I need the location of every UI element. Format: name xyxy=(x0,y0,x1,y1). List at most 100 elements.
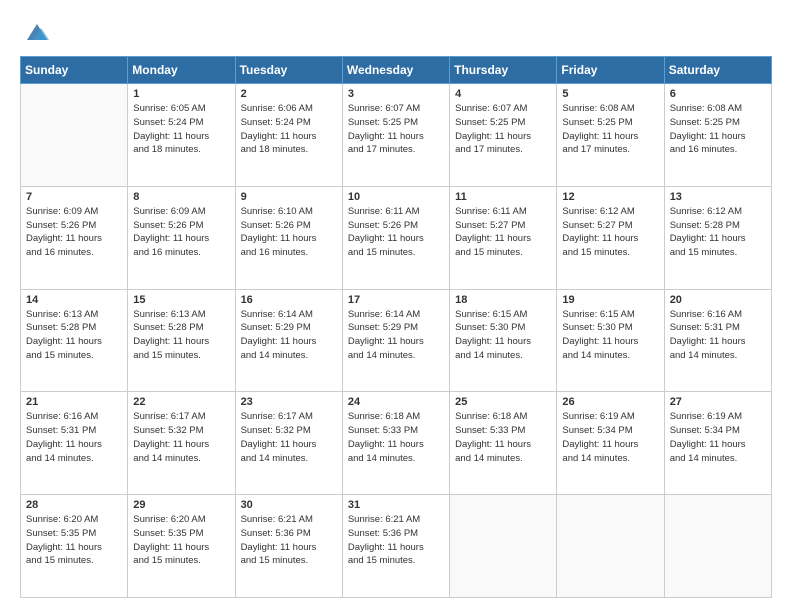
day-info: Sunrise: 6:07 AM Sunset: 5:25 PM Dayligh… xyxy=(455,102,551,157)
day-number: 22 xyxy=(133,396,229,408)
day-info: Sunrise: 6:07 AM Sunset: 5:25 PM Dayligh… xyxy=(348,102,444,157)
calendar-cell xyxy=(557,495,664,598)
day-number: 29 xyxy=(133,499,229,511)
calendar-cell: 3 Sunrise: 6:07 AM Sunset: 5:25 PM Daylig… xyxy=(342,84,449,187)
day-number: 18 xyxy=(455,294,551,306)
calendar-cell: 7 Sunrise: 6:09 AM Sunset: 5:26 PM Daylig… xyxy=(21,186,128,289)
day-number: 24 xyxy=(348,396,444,408)
day-number: 1 xyxy=(133,88,229,100)
calendar-cell: 26Sunrise: 6:19 AM Sunset: 5:34 PM Dayli… xyxy=(557,392,664,495)
day-info: Sunrise: 6:13 AM Sunset: 5:28 PM Dayligh… xyxy=(133,308,229,363)
page: SundayMondayTuesdayWednesdayThursdayFrid… xyxy=(0,0,792,612)
day-info: Sunrise: 6:05 AM Sunset: 5:24 PM Dayligh… xyxy=(133,102,229,157)
day-number: 16 xyxy=(241,294,337,306)
calendar-header-friday: Friday xyxy=(557,57,664,84)
day-number: 31 xyxy=(348,499,444,511)
day-number: 28 xyxy=(26,499,122,511)
day-number: 7 xyxy=(26,191,122,203)
calendar-cell: 25 Sunrise: 6:18 AM Sunset: 5:33 PM Dayli… xyxy=(450,392,557,495)
day-info: Sunrise: 6:15 AM Sunset: 5:30 PM Dayligh… xyxy=(562,308,658,363)
day-info: Sunrise: 6:16 AM Sunset: 5:31 PM Dayligh… xyxy=(26,410,122,465)
day-info: Sunrise: 6:15 AM Sunset: 5:30 PM Dayligh… xyxy=(455,308,551,363)
day-info: Sunrise: 6:14 AM Sunset: 5:29 PM Dayligh… xyxy=(241,308,337,363)
calendar-cell: 10 Sunrise: 6:11 AM Sunset: 5:26 PM Dayli… xyxy=(342,186,449,289)
day-info: Sunrise: 6:12 AM Sunset: 5:27 PM Dayligh… xyxy=(562,205,658,260)
calendar-cell: 9Sunrise: 6:10 AM Sunset: 5:26 PM Daylig… xyxy=(235,186,342,289)
day-info: Sunrise: 6:11 AM Sunset: 5:26 PM Dayligh… xyxy=(348,205,444,260)
day-number: 9 xyxy=(241,191,337,203)
calendar-cell: 31 Sunrise: 6:21 AM Sunset: 5:36 PM Dayli… xyxy=(342,495,449,598)
calendar-cell: 22Sunrise: 6:17 AM Sunset: 5:32 PM Dayli… xyxy=(128,392,235,495)
day-info: Sunrise: 6:09 AM Sunset: 5:26 PM Dayligh… xyxy=(133,205,229,260)
calendar-header-wednesday: Wednesday xyxy=(342,57,449,84)
calendar-cell: 11 Sunrise: 6:11 AM Sunset: 5:27 PM Dayli… xyxy=(450,186,557,289)
day-number: 17 xyxy=(348,294,444,306)
day-info: Sunrise: 6:06 AM Sunset: 5:24 PM Dayligh… xyxy=(241,102,337,157)
day-info: Sunrise: 6:08 AM Sunset: 5:25 PM Dayligh… xyxy=(670,102,766,157)
day-number: 20 xyxy=(670,294,766,306)
calendar-cell: 8 Sunrise: 6:09 AM Sunset: 5:26 PM Daylig… xyxy=(128,186,235,289)
calendar-week-row: 1 Sunrise: 6:05 AM Sunset: 5:24 PM Daylig… xyxy=(21,84,772,187)
logo-icon xyxy=(23,18,51,46)
day-info: Sunrise: 6:14 AM Sunset: 5:29 PM Dayligh… xyxy=(348,308,444,363)
day-info: Sunrise: 6:13 AM Sunset: 5:28 PM Dayligh… xyxy=(26,308,122,363)
calendar-cell: 6 Sunrise: 6:08 AM Sunset: 5:25 PM Daylig… xyxy=(664,84,771,187)
day-number: 23 xyxy=(241,396,337,408)
calendar-cell: 29Sunrise: 6:20 AM Sunset: 5:35 PM Dayli… xyxy=(128,495,235,598)
calendar-cell: 12 Sunrise: 6:12 AM Sunset: 5:27 PM Dayli… xyxy=(557,186,664,289)
day-number: 14 xyxy=(26,294,122,306)
calendar-cell: 17 Sunrise: 6:14 AM Sunset: 5:29 PM Dayli… xyxy=(342,289,449,392)
day-number: 12 xyxy=(562,191,658,203)
calendar-week-row: 14 Sunrise: 6:13 AM Sunset: 5:28 PM Dayli… xyxy=(21,289,772,392)
calendar-table: SundayMondayTuesdayWednesdayThursdayFrid… xyxy=(20,56,772,598)
day-info: Sunrise: 6:16 AM Sunset: 5:31 PM Dayligh… xyxy=(670,308,766,363)
day-number: 13 xyxy=(670,191,766,203)
calendar-cell xyxy=(450,495,557,598)
calendar-header-thursday: Thursday xyxy=(450,57,557,84)
day-info: Sunrise: 6:11 AM Sunset: 5:27 PM Dayligh… xyxy=(455,205,551,260)
calendar-cell: 5 Sunrise: 6:08 AM Sunset: 5:25 PM Daylig… xyxy=(557,84,664,187)
calendar-cell xyxy=(21,84,128,187)
calendar-cell: 18 Sunrise: 6:15 AM Sunset: 5:30 PM Dayli… xyxy=(450,289,557,392)
day-number: 8 xyxy=(133,191,229,203)
calendar-header-sunday: Sunday xyxy=(21,57,128,84)
day-info: Sunrise: 6:08 AM Sunset: 5:25 PM Dayligh… xyxy=(562,102,658,157)
day-info: Sunrise: 6:18 AM Sunset: 5:33 PM Dayligh… xyxy=(348,410,444,465)
calendar-cell: 13 Sunrise: 6:12 AM Sunset: 5:28 PM Dayli… xyxy=(664,186,771,289)
day-info: Sunrise: 6:19 AM Sunset: 5:34 PM Dayligh… xyxy=(562,410,658,465)
day-number: 4 xyxy=(455,88,551,100)
day-info: Sunrise: 6:09 AM Sunset: 5:26 PM Dayligh… xyxy=(26,205,122,260)
calendar-cell: 19Sunrise: 6:15 AM Sunset: 5:30 PM Dayli… xyxy=(557,289,664,392)
calendar-cell: 20 Sunrise: 6:16 AM Sunset: 5:31 PM Dayli… xyxy=(664,289,771,392)
day-info: Sunrise: 6:12 AM Sunset: 5:28 PM Dayligh… xyxy=(670,205,766,260)
day-number: 27 xyxy=(670,396,766,408)
day-info: Sunrise: 6:21 AM Sunset: 5:36 PM Dayligh… xyxy=(348,513,444,568)
day-number: 11 xyxy=(455,191,551,203)
day-number: 10 xyxy=(348,191,444,203)
calendar-header-saturday: Saturday xyxy=(664,57,771,84)
logo xyxy=(20,18,51,46)
day-info: Sunrise: 6:19 AM Sunset: 5:34 PM Dayligh… xyxy=(670,410,766,465)
day-number: 25 xyxy=(455,396,551,408)
calendar-cell: 27 Sunrise: 6:19 AM Sunset: 5:34 PM Dayli… xyxy=(664,392,771,495)
calendar-week-row: 28 Sunrise: 6:20 AM Sunset: 5:35 PM Dayli… xyxy=(21,495,772,598)
day-number: 6 xyxy=(670,88,766,100)
calendar-header-tuesday: Tuesday xyxy=(235,57,342,84)
day-number: 30 xyxy=(241,499,337,511)
calendar-header-row: SundayMondayTuesdayWednesdayThursdayFrid… xyxy=(21,57,772,84)
calendar-cell: 14 Sunrise: 6:13 AM Sunset: 5:28 PM Dayli… xyxy=(21,289,128,392)
day-info: Sunrise: 6:20 AM Sunset: 5:35 PM Dayligh… xyxy=(26,513,122,568)
day-number: 5 xyxy=(562,88,658,100)
day-number: 21 xyxy=(26,396,122,408)
calendar-cell: 2Sunrise: 6:06 AM Sunset: 5:24 PM Daylig… xyxy=(235,84,342,187)
calendar-cell: 23 Sunrise: 6:17 AM Sunset: 5:32 PM Dayli… xyxy=(235,392,342,495)
day-info: Sunrise: 6:17 AM Sunset: 5:32 PM Dayligh… xyxy=(241,410,337,465)
day-number: 15 xyxy=(133,294,229,306)
calendar-cell: 15 Sunrise: 6:13 AM Sunset: 5:28 PM Dayli… xyxy=(128,289,235,392)
calendar-week-row: 7 Sunrise: 6:09 AM Sunset: 5:26 PM Daylig… xyxy=(21,186,772,289)
calendar-cell: 21 Sunrise: 6:16 AM Sunset: 5:31 PM Dayli… xyxy=(21,392,128,495)
calendar-header-monday: Monday xyxy=(128,57,235,84)
calendar-cell: 1 Sunrise: 6:05 AM Sunset: 5:24 PM Daylig… xyxy=(128,84,235,187)
day-number: 3 xyxy=(348,88,444,100)
day-info: Sunrise: 6:18 AM Sunset: 5:33 PM Dayligh… xyxy=(455,410,551,465)
